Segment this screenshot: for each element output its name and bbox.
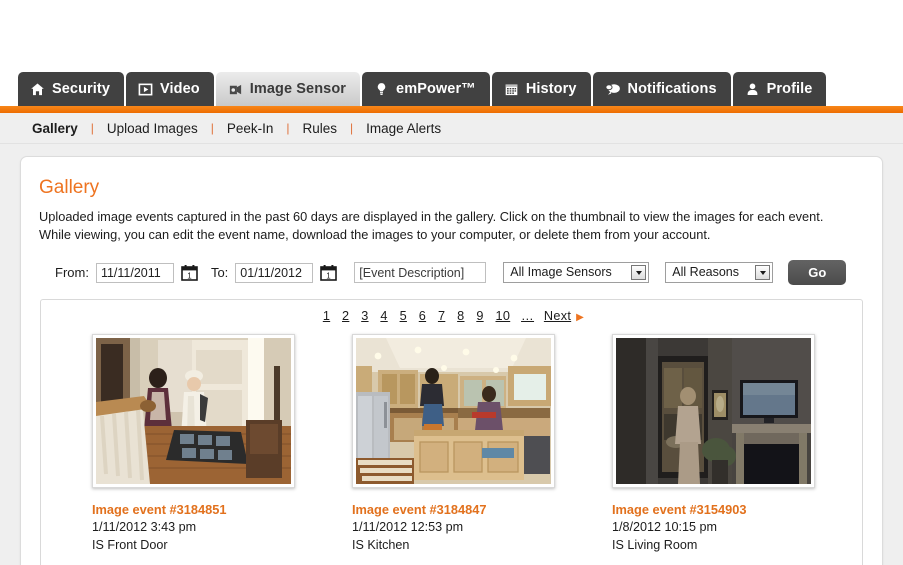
from-label: From:: [55, 265, 89, 281]
gallery-results-box: 1 2 3 4 5 6 7 8 9 10 … Next ▶ Image even…: [40, 299, 863, 565]
sub-navigation: Gallery | Upload Images | Peek-In | Rule…: [0, 113, 903, 144]
from-calendar-icon[interactable]: 1: [181, 264, 198, 282]
pagination-page-3[interactable]: 3: [361, 309, 368, 323]
pagination-page-6[interactable]: 6: [419, 309, 426, 323]
go-button[interactable]: Go: [788, 260, 847, 286]
pagination-page-2[interactable]: 2: [342, 309, 349, 323]
person-icon: [745, 82, 760, 97]
tab-image-sensor[interactable]: Image Sensor: [215, 72, 361, 106]
pagination-page-10[interactable]: 10: [496, 309, 511, 323]
tab-empower[interactable]: emPower™: [362, 72, 490, 106]
to-date-input[interactable]: [235, 262, 314, 283]
gallery-item: Image event #3154903 1/8/2012 10:15 pm I…: [569, 334, 829, 555]
tab-label: Video: [160, 80, 200, 97]
calendar-icon: [504, 82, 519, 97]
pagination-ellipsis: …: [521, 309, 535, 324]
gallery-grid: Image event #3184851 1/11/2012 3:43 pm I…: [41, 334, 862, 555]
page-body: Gallery Uploaded image events captured i…: [0, 144, 903, 565]
pagination-page-1[interactable]: 1: [323, 309, 330, 323]
tab-profile[interactable]: Profile: [732, 72, 827, 106]
gallery-item-caption: Image event #3184851 1/11/2012 3:43 pm I…: [92, 502, 309, 555]
thumbnail-frame[interactable]: [92, 334, 295, 489]
tab-label: Security: [52, 80, 111, 97]
gallery-item-title[interactable]: Image event #3184847: [352, 502, 569, 517]
gallery-item-caption: Image event #3154903 1/8/2012 10:15 pm I…: [612, 502, 829, 555]
subnav-separator: |: [90, 121, 94, 135]
camera-icon: [228, 82, 243, 97]
page-root: Security Video Image Sensor emPower™ His: [0, 0, 903, 565]
gallery-item: Image event #3184851 1/11/2012 3:43 pm I…: [49, 334, 309, 555]
tab-label: emPower™: [396, 80, 476, 97]
gallery-item-caption: Image event #3184847 1/11/2012 12:53 pm …: [352, 502, 569, 555]
subnav-item-upload-images[interactable]: Upload Images: [107, 121, 198, 136]
reason-select[interactable]: All Reasons: [665, 262, 774, 284]
tab-label: Notifications: [627, 80, 717, 97]
to-calendar-icon[interactable]: 1: [320, 264, 338, 282]
pagination-page-9[interactable]: 9: [476, 309, 483, 323]
gallery-item-title[interactable]: Image event #3154903: [612, 502, 829, 517]
top-blank-area: [0, 0, 903, 72]
gallery-item-timestamp: 1/8/2012 10:15 pm: [612, 520, 718, 535]
subnav-item-rules[interactable]: Rules: [303, 121, 338, 136]
chevron-down-icon[interactable]: [631, 265, 647, 281]
thumbnail-image-kitchen[interactable]: [356, 338, 551, 485]
gallery-item-timestamp: 1/11/2012 3:43 pm: [92, 520, 197, 535]
tab-label: Profile: [766, 80, 813, 97]
gallery-item-sensor: IS Front Door: [92, 538, 168, 553]
tab-security[interactable]: Security: [18, 72, 125, 106]
play-icon: [138, 82, 153, 97]
image-sensor-select-value: All Image Sensors: [510, 265, 612, 280]
page-description: Uploaded image events captured in the pa…: [39, 209, 824, 243]
pagination: 1 2 3 4 5 6 7 8 9 10 … Next ▶: [41, 309, 862, 323]
pagination-page-5[interactable]: 5: [400, 309, 407, 323]
next-arrow-icon[interactable]: ▶: [576, 312, 584, 323]
gallery-item-timestamp: 1/11/2012 12:53 pm: [352, 520, 464, 535]
gallery-item: Image event #3184847 1/11/2012 12:53 pm …: [309, 334, 569, 555]
gallery-item-title[interactable]: Image event #3184851: [92, 502, 309, 517]
subnav-item-gallery[interactable]: Gallery: [32, 121, 78, 136]
svg-text:1: 1: [187, 272, 192, 281]
thumbnail-frame[interactable]: [612, 334, 815, 489]
gallery-panel: Gallery Uploaded image events captured i…: [20, 156, 883, 565]
from-date-input[interactable]: [95, 262, 174, 283]
lightbulb-icon: [374, 82, 389, 97]
page-title: Gallery: [39, 177, 100, 198]
svg-text:1: 1: [327, 272, 332, 281]
subnav-item-image-alerts[interactable]: Image Alerts: [366, 121, 441, 136]
tab-history[interactable]: History: [491, 72, 591, 106]
subnav-separator: |: [350, 121, 354, 135]
tab-notifications[interactable]: Notifications: [592, 72, 731, 106]
subnav-separator: |: [210, 121, 214, 135]
thumbnail-image-entryway[interactable]: [96, 338, 291, 485]
speech-bubble-icon: [604, 82, 621, 97]
pagination-page-7[interactable]: 7: [438, 309, 445, 323]
subnav-item-peek-in[interactable]: Peek-In: [227, 121, 274, 136]
filter-bar: From: 1 To: 1 All Image Sensors All Reas…: [37, 260, 866, 286]
subnav-separator: |: [286, 121, 290, 135]
to-label: To:: [210, 265, 229, 281]
main-tab-bar: Security Video Image Sensor emPower™ His: [0, 72, 903, 106]
image-sensor-select[interactable]: All Image Sensors: [503, 262, 650, 284]
pagination-page-8[interactable]: 8: [457, 309, 464, 323]
event-description-input[interactable]: [354, 262, 487, 284]
pagination-page-4[interactable]: 4: [380, 309, 387, 323]
gallery-item-sensor: IS Living Room: [612, 538, 698, 553]
tab-label: History: [525, 80, 577, 97]
accent-bar: [0, 106, 903, 113]
gallery-item-sensor: IS Kitchen: [352, 538, 410, 553]
thumbnail-image-living-room[interactable]: [616, 338, 811, 485]
pagination-next-link[interactable]: Next: [544, 309, 571, 323]
tab-label: Image Sensor: [249, 80, 347, 97]
thumbnail-frame[interactable]: [352, 334, 555, 489]
home-icon: [30, 82, 45, 97]
chevron-down-icon[interactable]: [755, 265, 771, 281]
tab-video[interactable]: Video: [126, 72, 214, 106]
